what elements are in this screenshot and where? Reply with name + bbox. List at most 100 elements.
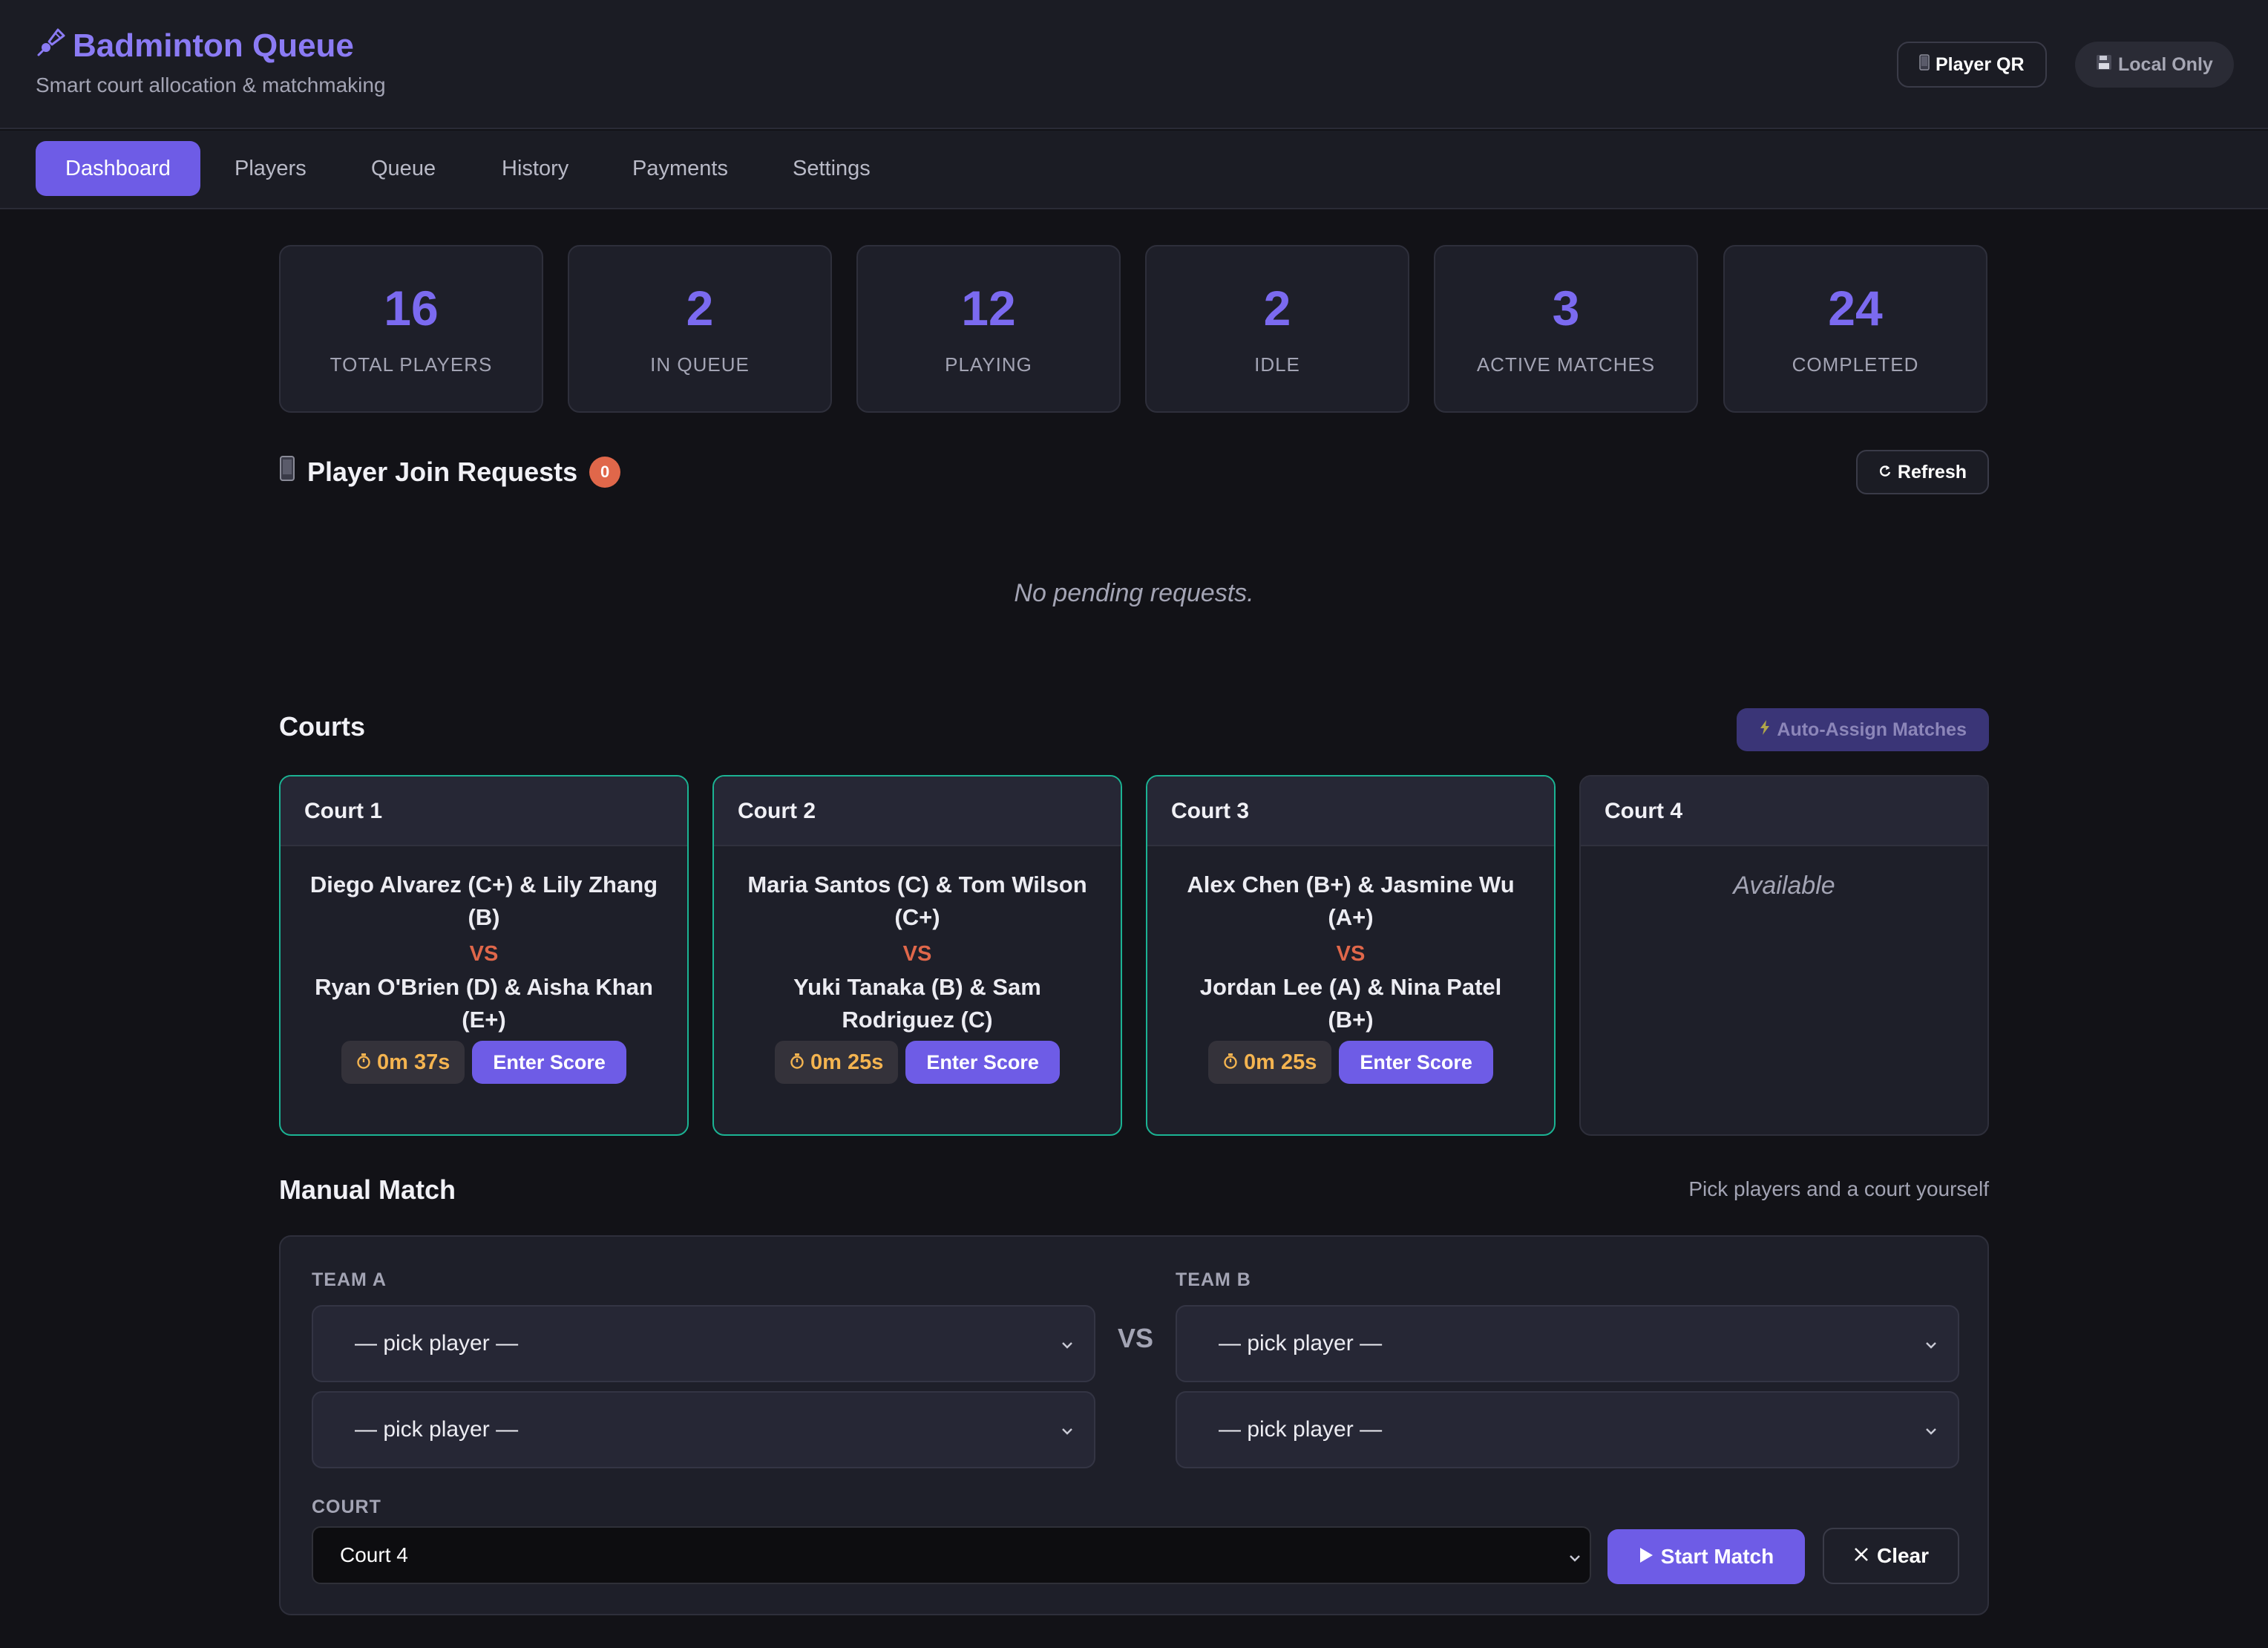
stat-label: IN QUEUE	[650, 353, 750, 376]
stat-value: 2	[686, 281, 714, 336]
court-name: Court 4	[1581, 776, 1987, 846]
manual-match-hint: Pick players and a court yourself	[1688, 1177, 1989, 1200]
team-a-player-1-select[interactable]: — pick player —	[312, 1305, 1095, 1382]
clear-label: Clear	[1876, 1544, 1930, 1567]
stat-value: 3	[1552, 281, 1580, 336]
stat-value: 16	[384, 281, 439, 336]
court-card-3: Court 3 Alex Chen (B+) & Jasmine Wu (A+)…	[1146, 775, 1556, 1136]
refresh-label: Refresh	[1897, 461, 1967, 483]
stopwatch-icon	[1223, 1050, 1238, 1075]
clear-button[interactable]: Clear	[1823, 1528, 1959, 1584]
vs-label: VS	[469, 942, 499, 966]
court-name: Court 1	[281, 776, 687, 846]
stat-card-completed: 24 COMPLETED	[1723, 245, 1987, 413]
start-match-button[interactable]: Start Match	[1607, 1529, 1805, 1584]
chevron-down-icon	[1924, 1419, 1938, 1445]
tab-payments[interactable]: Payments	[603, 141, 758, 196]
chevron-down-icon	[1060, 1333, 1075, 1358]
court-card-2: Court 2 Maria Santos (C) & Tom Wilson (C…	[712, 775, 1122, 1136]
stat-card-in-queue: 2 IN QUEUE	[568, 245, 832, 413]
select-value: — pick player —	[355, 1331, 519, 1356]
refresh-icon	[1878, 462, 1892, 483]
stat-card-idle: 2 IDLE	[1145, 245, 1409, 413]
stat-label: ACTIVE MATCHES	[1476, 353, 1656, 376]
manual-match-heading: Manual Match	[279, 1174, 456, 1205]
join-requests-heading: Player Join Requests 0	[279, 456, 621, 488]
team-b-players: Jordan Lee (A) & Nina Patel (B+)	[1199, 974, 1502, 1033]
tab-dashboard[interactable]: Dashboard	[36, 141, 200, 196]
app-header: Badminton Queue Smart court allocation &…	[0, 0, 2268, 129]
stat-card-active-matches: 3 ACTIVE MATCHES	[1434, 245, 1698, 413]
auto-assign-label: Auto-Assign Matches	[1777, 719, 1967, 740]
select-value: — pick player —	[1219, 1331, 1383, 1356]
lightning-icon	[1759, 719, 1771, 741]
no-requests-message: No pending requests.	[1014, 579, 1254, 607]
vs-label: VS	[1118, 1323, 1154, 1353]
player-qr-label: Player QR	[1936, 53, 2025, 75]
court-name: Court 3	[1147, 776, 1554, 846]
enter-score-button[interactable]: Enter Score	[1339, 1041, 1493, 1084]
vs-label: VS	[1336, 942, 1366, 966]
stat-label: TOTAL PLAYERS	[330, 353, 493, 376]
stat-value: 2	[1263, 281, 1291, 336]
chevron-down-icon	[1924, 1333, 1938, 1358]
court-select[interactable]: Court 4	[312, 1526, 1591, 1584]
stat-label: PLAYING	[945, 353, 1032, 376]
team-a-players: Maria Santos (C) & Tom Wilson (C+)	[747, 872, 1087, 930]
team-a-label: TEAM A	[312, 1269, 387, 1290]
enter-score-button[interactable]: Enter Score	[905, 1041, 1060, 1084]
court-actions: 0m 25s Enter Score	[714, 1041, 1121, 1084]
local-only-badge[interactable]: Local Only	[2075, 42, 2234, 88]
chevron-down-icon	[1567, 1547, 1582, 1571]
match-timer: 0m 25s	[775, 1041, 899, 1084]
app-subtitle: Smart court allocation & matchmaking	[36, 73, 386, 97]
court-actions: 0m 25s Enter Score	[1147, 1041, 1554, 1084]
join-requests-title: Player Join Requests	[307, 456, 578, 487]
pending-count-badge: 0	[589, 456, 621, 488]
court-label: COURT	[312, 1497, 381, 1517]
team-a-players: Alex Chen (B+) & Jasmine Wu (A+)	[1187, 872, 1515, 930]
court-actions: 0m 37s Enter Score	[281, 1041, 687, 1084]
brand: Badminton Queue Smart court allocation &…	[36, 25, 386, 97]
enter-score-button[interactable]: Enter Score	[472, 1041, 626, 1084]
select-value: Court 4	[340, 1543, 408, 1566]
team-b-player-2-select[interactable]: — pick player —	[1176, 1391, 1959, 1468]
tab-players[interactable]: Players	[205, 141, 336, 196]
phone-icon	[1919, 53, 1930, 76]
timer-value: 0m 25s	[1244, 1050, 1317, 1074]
team-b-players: Ryan O'Brien (D) & Aisha Khan (E+)	[315, 974, 653, 1033]
start-match-label: Start Match	[1660, 1545, 1774, 1568]
team-a-players: Diego Alvarez (C+) & Lily Zhang (B)	[309, 872, 658, 930]
shuttlecock-icon	[36, 25, 68, 66]
timer-value: 0m 37s	[377, 1050, 450, 1074]
courts-heading: Courts	[279, 711, 365, 742]
play-icon	[1639, 1545, 1654, 1569]
tab-settings[interactable]: Settings	[763, 141, 900, 196]
close-icon	[1853, 1544, 1869, 1568]
vs-label: VS	[902, 942, 932, 966]
player-qr-button[interactable]: Player QR	[1897, 42, 2047, 88]
court-name: Court 2	[714, 776, 1121, 846]
match-timer: 0m 37s	[341, 1041, 465, 1084]
main-nav: Dashboard Players Queue History Payments…	[0, 131, 2268, 209]
team-a-player-2-select[interactable]: — pick player —	[312, 1391, 1095, 1468]
tab-queue[interactable]: Queue	[341, 141, 465, 196]
court-card-1: Court 1 Diego Alvarez (C+) & Lily Zhang …	[279, 775, 689, 1136]
team-b-label: TEAM B	[1176, 1269, 1251, 1290]
court-card-4: Court 4 Available	[1579, 775, 1989, 1136]
tab-history[interactable]: History	[472, 141, 598, 196]
timer-value: 0m 25s	[810, 1050, 884, 1074]
select-value: — pick player —	[355, 1417, 519, 1442]
stat-card-total-players: 16 TOTAL PLAYERS	[279, 245, 543, 413]
match-timer: 0m 25s	[1208, 1041, 1332, 1084]
local-only-label: Local Only	[2118, 53, 2213, 75]
select-value: — pick player —	[1219, 1417, 1383, 1442]
stat-card-playing: 12 PLAYING	[856, 245, 1121, 413]
phone-icon	[279, 456, 295, 488]
refresh-button[interactable]: Refresh	[1855, 450, 1989, 494]
auto-assign-button[interactable]: Auto-Assign Matches	[1737, 708, 1989, 751]
stat-value: 12	[961, 281, 1016, 336]
manual-match-panel: TEAM A TEAM B — pick player — — pick pla…	[279, 1235, 1989, 1615]
floppy-disk-icon	[2096, 54, 2112, 76]
team-b-player-1-select[interactable]: — pick player —	[1176, 1305, 1959, 1382]
